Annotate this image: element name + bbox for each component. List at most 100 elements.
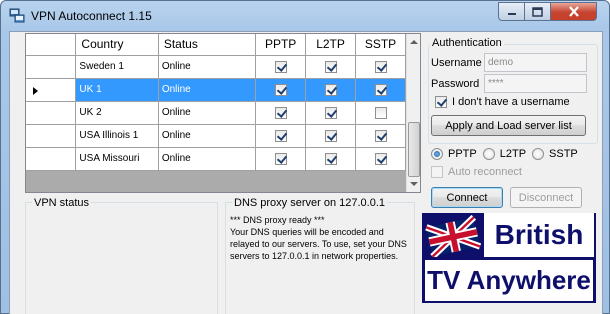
sstp-checkbox[interactable] xyxy=(374,60,387,73)
column-header-country[interactable]: Country xyxy=(75,34,159,56)
apply-load-server-list-button[interactable]: Apply and Load server list xyxy=(431,115,586,136)
cell-pptp[interactable] xyxy=(255,78,307,102)
cell-country[interactable]: USA Illinois 1 xyxy=(75,124,159,148)
cell-l2tp[interactable] xyxy=(305,78,357,102)
table-row[interactable]: Sweden 1 Online xyxy=(26,55,406,79)
cell-status[interactable]: Online xyxy=(158,124,257,148)
pptp-checkbox[interactable] xyxy=(274,60,287,73)
connect-button[interactable]: Connect xyxy=(431,187,503,208)
l2tp-checkbox[interactable] xyxy=(324,152,337,165)
auto-reconnect-checkbox[interactable] xyxy=(431,166,443,178)
server-grid[interactable]: Country Status PPTP L2TP SSTP Sweden 1 On… xyxy=(25,33,421,193)
cell-pptp[interactable] xyxy=(255,147,307,171)
app-window: VPN Autoconnect 1.15 Country Status PPTP… xyxy=(0,0,610,314)
l2tp-checkbox[interactable] xyxy=(324,83,337,96)
british-tv-anywhere-banner[interactable]: British TV Anywhere xyxy=(422,213,596,303)
no-username-label: I don't have a username xyxy=(452,96,570,108)
pptp-checkbox[interactable] xyxy=(274,129,287,142)
cell-pptp[interactable] xyxy=(255,55,307,79)
dns-proxy-title: DNS proxy server on 127.0.0.1 xyxy=(232,197,388,209)
maximize-icon xyxy=(532,6,543,17)
row-header[interactable] xyxy=(26,147,77,171)
row-header[interactable] xyxy=(26,55,77,79)
cell-l2tp[interactable] xyxy=(305,147,357,171)
union-jack-icon xyxy=(425,215,481,257)
sstp-checkbox[interactable] xyxy=(374,152,387,165)
radio-l2tp-label: L2TP xyxy=(499,148,527,160)
auto-reconnect-row[interactable]: Auto reconnect xyxy=(431,166,522,178)
row-header[interactable] xyxy=(26,124,77,148)
no-username-checkbox-row[interactable]: I don't have a username xyxy=(435,96,570,108)
client-area: Country Status PPTP L2TP SSTP Sweden 1 On… xyxy=(9,31,603,314)
table-row[interactable]: USA Illinois 1 Online xyxy=(26,124,406,148)
network-icon xyxy=(9,8,25,23)
l2tp-checkbox[interactable] xyxy=(324,106,337,119)
cell-l2tp[interactable] xyxy=(305,124,357,148)
cell-country[interactable]: UK 1 xyxy=(75,78,159,102)
username-label: Username xyxy=(431,57,482,69)
banner-line-2: TV Anywhere xyxy=(425,260,593,301)
cell-status[interactable]: Online xyxy=(158,147,257,171)
column-header-status[interactable]: Status xyxy=(158,34,257,56)
cell-country[interactable]: Sweden 1 xyxy=(75,55,159,79)
dns-log-text: *** DNS proxy ready *** Your DNS queries… xyxy=(230,215,407,261)
pptp-checkbox[interactable] xyxy=(274,83,287,96)
cell-status[interactable]: Online xyxy=(158,78,257,102)
minimize-icon xyxy=(507,12,516,15)
username-field[interactable]: demo xyxy=(484,53,587,72)
cell-pptp[interactable] xyxy=(255,124,307,148)
cell-sstp[interactable] xyxy=(355,124,406,148)
row-header[interactable] xyxy=(26,78,77,102)
scroll-down-icon[interactable] xyxy=(410,182,418,186)
no-username-checkbox[interactable] xyxy=(435,96,447,108)
current-row-arrow-icon xyxy=(33,86,38,95)
cell-country[interactable]: USA Missouri xyxy=(75,147,159,171)
table-row[interactable]: USA Missouri Online xyxy=(26,147,406,171)
vpn-status-title: VPN status xyxy=(32,197,92,209)
radio-sstp[interactable] xyxy=(532,148,545,160)
window-title: VPN Autoconnect 1.15 xyxy=(31,9,152,23)
password-field[interactable]: **** xyxy=(484,74,587,93)
auto-reconnect-label: Auto reconnect xyxy=(448,166,522,178)
title-bar[interactable]: VPN Autoconnect 1.15 xyxy=(1,1,609,31)
cell-country[interactable]: UK 2 xyxy=(75,101,159,125)
pptp-checkbox[interactable] xyxy=(274,106,287,119)
pptp-checkbox[interactable] xyxy=(274,152,287,165)
cell-pptp[interactable] xyxy=(255,101,307,125)
radio-sstp-label: SSTP xyxy=(549,148,578,160)
radio-pptp-label: PPTP xyxy=(448,148,477,160)
authentication-title: Authentication xyxy=(430,37,504,49)
cell-sstp[interactable] xyxy=(355,147,406,171)
table-row[interactable]: UK 2 Online xyxy=(26,101,406,125)
minimize-button[interactable] xyxy=(498,2,525,21)
column-header-sstp[interactable]: SSTP xyxy=(355,34,406,56)
disconnect-button[interactable]: Disconnect xyxy=(510,187,582,208)
l2tp-checkbox[interactable] xyxy=(324,60,337,73)
scroll-thumb[interactable] xyxy=(408,122,420,177)
grid-header-row: Country Status PPTP L2TP SSTP xyxy=(26,34,406,56)
cell-l2tp[interactable] xyxy=(305,101,357,125)
radio-l2tp[interactable] xyxy=(482,148,495,160)
cell-l2tp[interactable] xyxy=(305,55,357,79)
table-row[interactable]: UK 1 Online xyxy=(26,78,406,102)
radio-pptp[interactable] xyxy=(431,148,443,160)
grid-scrollbar[interactable] xyxy=(406,34,420,192)
sstp-checkbox[interactable] xyxy=(374,83,387,96)
maximize-button[interactable] xyxy=(525,2,551,21)
cell-sstp[interactable] xyxy=(355,101,406,125)
l2tp-checkbox[interactable] xyxy=(324,129,337,142)
sstp-checkbox[interactable] xyxy=(374,106,387,119)
row-header[interactable] xyxy=(26,101,77,125)
sstp-checkbox[interactable] xyxy=(374,129,387,142)
scroll-up-icon[interactable] xyxy=(410,40,418,44)
protocol-radio-group: PPTP L2TP SSTP xyxy=(431,148,584,160)
column-header-pptp[interactable]: PPTP xyxy=(255,34,307,56)
cell-sstp[interactable] xyxy=(355,78,406,102)
close-button[interactable] xyxy=(551,2,597,21)
cell-status[interactable]: Online xyxy=(158,101,257,125)
banner-line-1: British xyxy=(484,213,594,257)
column-header-l2tp[interactable]: L2TP xyxy=(305,34,357,56)
cell-sstp[interactable] xyxy=(355,55,406,79)
server-table: Country Status PPTP L2TP SSTP Sweden 1 On… xyxy=(26,34,406,171)
cell-status[interactable]: Online xyxy=(158,55,257,79)
